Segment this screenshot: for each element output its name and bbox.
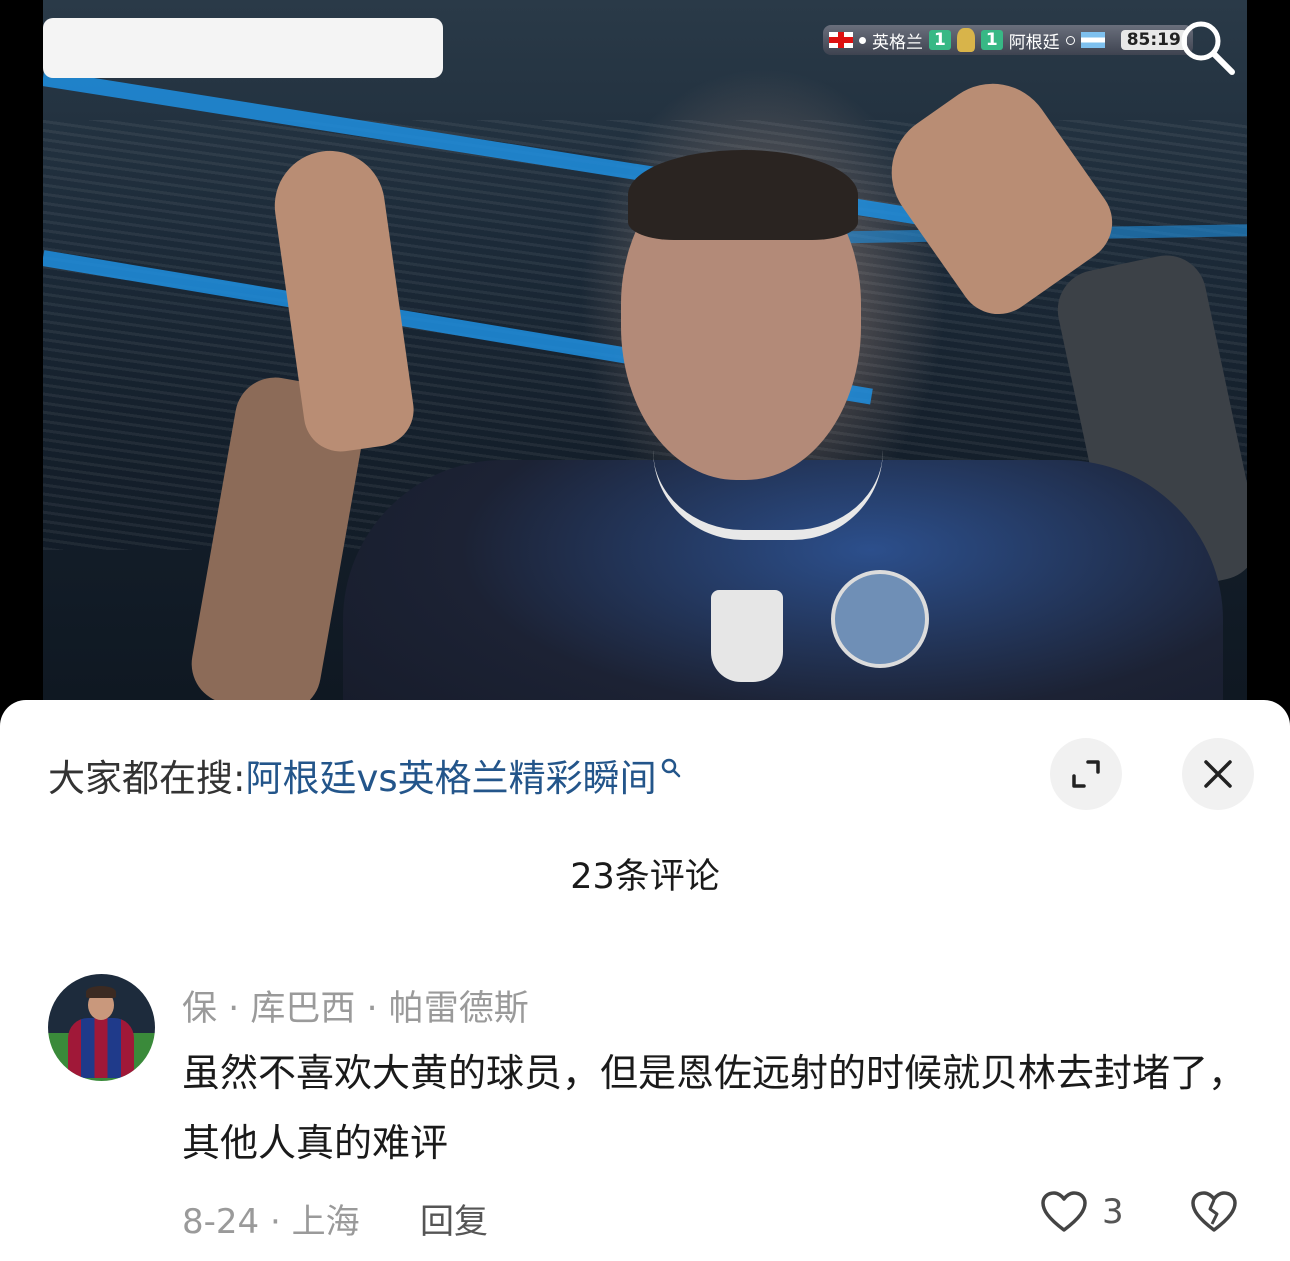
england-flag-icon — [829, 32, 853, 48]
fifa-badge — [711, 590, 783, 682]
argentina-flag-icon — [1080, 32, 1105, 48]
like-count: 3 — [1102, 1192, 1124, 1232]
player-hair — [628, 150, 858, 240]
comment-username[interactable]: 保 · 库巴西 · 帕雷德斯 — [182, 980, 529, 1031]
expand-button[interactable] — [1050, 738, 1122, 810]
possession-dot-icon — [1065, 35, 1075, 45]
dislike-button[interactable] — [1190, 1190, 1238, 1238]
like-button[interactable]: 3 — [1040, 1190, 1124, 1234]
trending-search[interactable]: 大家都在搜:阿根廷vs英格兰精彩瞬间 — [48, 748, 685, 802]
video-player[interactable] — [43, 0, 1247, 700]
scoreboard: 英格兰 1 1 阿根廷 85:19 — [823, 25, 1193, 55]
search-icon[interactable] — [1174, 14, 1238, 78]
trending-prefix: 大家都在搜: — [48, 757, 246, 800]
video-caption-placeholder — [43, 18, 443, 78]
away-score: 1 — [980, 30, 1003, 50]
avatar-hair — [86, 986, 116, 998]
comment-meta: 8-24 · 上海 — [182, 1202, 360, 1242]
comment-count: 23条评论 — [570, 857, 720, 897]
search-icon — [659, 748, 685, 791]
home-score: 1 — [929, 30, 951, 50]
trophy-icon — [956, 28, 975, 52]
trending-keyword[interactable]: 阿根廷vs英格兰精彩瞬间 — [245, 757, 656, 800]
expand-icon — [1072, 760, 1100, 788]
home-team: 英格兰 — [872, 32, 923, 53]
comment-text: 虽然不喜欢大黄的球员，但是恩佐远射的时候就贝林去封堵了，其他人真的难评 — [182, 1051, 1247, 1165]
close-icon — [1204, 760, 1232, 788]
comment-sheet: 大家都在搜:阿根廷vs英格兰精彩瞬间 23条评论 保 · 库巴西 · 帕雷德斯 … — [0, 700, 1290, 1261]
avatar[interactable] — [48, 974, 155, 1081]
possession-dot-icon — [859, 36, 866, 44]
reply-button[interactable]: 回复 — [420, 1194, 488, 1243]
close-button[interactable] — [1182, 738, 1254, 810]
heart-icon — [1041, 1191, 1087, 1232]
away-team: 阿根廷 — [1008, 32, 1060, 53]
avatar-jersey — [68, 1018, 134, 1078]
afa-crest — [831, 570, 929, 668]
broken-heart-icon — [1191, 1191, 1237, 1232]
